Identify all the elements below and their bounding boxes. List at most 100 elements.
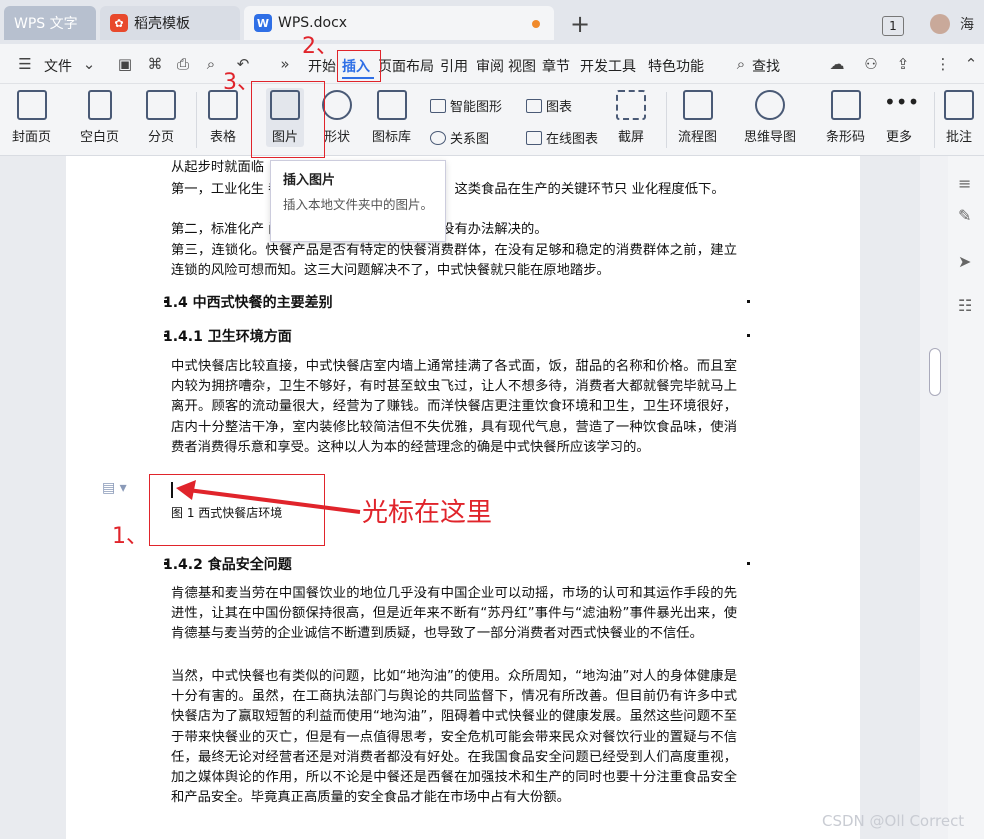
chevron-down-icon[interactable]: ⌄ — [80, 55, 98, 73]
search-icon[interactable]: ⌕ — [732, 55, 750, 73]
right-sidebar: ≡ ✎ ➤ ☷ — [948, 156, 984, 839]
relation-diagram-button[interactable]: 关系图 — [430, 128, 489, 147]
daoke-icon: ✿ — [110, 14, 128, 32]
hamburger-menu-icon[interactable]: ☰ — [16, 55, 34, 73]
shape-button[interactable]: 形状 — [322, 90, 352, 145]
paragraph-handle-icon[interactable]: ▤ ▾ — [102, 480, 127, 496]
heading-1-4[interactable]: 1.4 中西式快餐的主要差别 — [163, 292, 333, 312]
tab-wps-writer[interactable]: WPS 文字 — [4, 6, 96, 40]
print-icon[interactable]: ⎙ — [174, 55, 192, 73]
blank-page-button[interactable]: 空白页 — [80, 90, 119, 145]
page-break-button[interactable]: 分页 — [146, 90, 176, 145]
menu-file[interactable]: 文件 — [44, 56, 72, 76]
paragraph-4[interactable]: 中式快餐店比较直接，中式快餐店室内墙上通常挂满了各式面，饭，甜品的名称和价格。而… — [171, 357, 737, 458]
heading-marker — [747, 300, 750, 303]
annotation-number-1: 1、 — [112, 524, 148, 549]
icon-library-button[interactable]: 图标库 — [372, 90, 411, 145]
mindmap-label: 思维导图 — [744, 130, 797, 145]
watermark: CSDN @Oll Correct — [822, 812, 965, 830]
heading-1-4-2[interactable]: 1.4.2 食品安全问题 — [163, 554, 292, 574]
collapse-ribbon-icon[interactable]: ⌃ — [962, 55, 980, 73]
sidebar-menu-icon[interactable]: ≡ — [958, 174, 971, 193]
blank-page-icon — [87, 90, 112, 120]
new-tab-plus-icon[interactable]: + — [570, 10, 590, 38]
mindmap-icon — [755, 90, 785, 120]
heading-marker — [747, 334, 750, 337]
settings-sliders-icon[interactable]: ☷ — [958, 296, 972, 315]
more-button[interactable]: ••• 更多 — [884, 90, 920, 145]
avatar[interactable] — [930, 14, 950, 34]
tab-daoke-templates[interactable]: ✿ 稻壳模板 — [100, 6, 240, 40]
barcode-label: 条形码 — [826, 130, 866, 145]
smartart-icon — [430, 98, 446, 113]
annotation-number-2: 2、 — [302, 34, 338, 59]
ribbon-separator — [196, 92, 197, 148]
tab-label: 稻壳模板 — [134, 16, 190, 32]
paragraph-1[interactable]: 第一，工业化生 都是从传统食品中筛选出来的，这类食品在生产的关键环节只 业化程度… — [171, 180, 737, 200]
pen-icon[interactable]: ✎ — [958, 206, 971, 225]
table-button[interactable]: 表格 — [208, 90, 238, 145]
scrollbar-thumb[interactable] — [929, 348, 941, 396]
smartart-label: 智能图形 — [450, 100, 503, 115]
menu-view[interactable]: 视图 — [508, 56, 536, 76]
chart-button[interactable]: 图表 — [526, 96, 572, 115]
annotation-cursor-text: 光标在这里 — [362, 498, 493, 528]
menu-special[interactable]: 特色功能 — [648, 56, 704, 76]
menu-page-layout[interactable]: 页面布局 — [378, 56, 434, 76]
flowchart-label: 流程图 — [678, 130, 718, 145]
collaborate-icon[interactable]: ⚇ — [862, 55, 880, 73]
vertical-scrollbar[interactable] — [920, 156, 948, 839]
cover-page-button[interactable]: 封面页 — [12, 90, 51, 145]
relation-diagram-icon — [430, 130, 446, 145]
icon-library-icon — [376, 90, 407, 120]
menu-references[interactable]: 引用 — [440, 56, 468, 76]
page-break-icon — [146, 90, 176, 120]
more-chevron-icon[interactable]: » — [276, 55, 294, 73]
format-painter-icon[interactable]: ⌘ — [146, 55, 164, 73]
comment-icon — [944, 90, 974, 120]
paragraph-0[interactable]: 从起步时就面临 — [171, 158, 737, 178]
cloud-icon[interactable]: ☁ — [828, 55, 846, 73]
menu-review[interactable]: 审阅 — [476, 56, 504, 76]
pointer-icon[interactable]: ➤ — [958, 252, 971, 271]
tooltip-description: 插入本地文件夹中的图片。 — [283, 197, 434, 212]
icon-library-label: 图标库 — [372, 130, 412, 145]
tab-label: WPS 文字 — [14, 16, 78, 32]
mindmap-button[interactable]: 思维导图 — [744, 90, 796, 145]
tab-document[interactable]: W WPS.docx — [244, 6, 554, 40]
paragraph-2[interactable]: 第二，标准化产 问题解决不了，标准化问题是没有办法解决的。 — [171, 220, 737, 240]
print-preview-icon[interactable]: ⌕ — [202, 55, 220, 73]
more-vertical-icon[interactable]: ⋮ — [934, 55, 952, 73]
barcode-icon — [830, 90, 861, 120]
menu-chapter[interactable]: 章节 — [542, 56, 570, 76]
paragraph-6[interactable]: 当然，中式快餐也有类似的问题，比如“地沟油”的使用。众所周知，“地沟油”对人的身… — [171, 667, 737, 808]
screenshot-icon — [616, 90, 646, 120]
online-chart-button[interactable]: 在线图表 — [526, 128, 598, 147]
ribbon-separator — [934, 92, 935, 148]
menu-developer[interactable]: 开发工具 — [580, 56, 636, 76]
save-icon[interactable]: ▣ — [116, 55, 134, 73]
share-icon[interactable]: ⇪ — [894, 55, 912, 73]
page-break-label: 分页 — [147, 130, 174, 145]
menu-search[interactable]: 查找 — [752, 56, 780, 76]
word-doc-icon: W — [254, 14, 272, 32]
paragraph-5[interactable]: 肯德基和麦当劳在中国餐饮业的地位几乎没有中国企业可以动摇，市场的认可和其运作手段… — [171, 584, 737, 645]
paragraph-3[interactable]: 第三，连锁化。快餐产品是否有特定的快餐消费群体，在没有足够和稳定的消费群体之前，… — [171, 241, 737, 281]
ribbon-insert: 封面页 空白页 分页 表格 图片 形状 图标库 智能图形 图表 关系图 在线图表 — [0, 84, 984, 156]
online-chart-label: 在线图表 — [546, 132, 599, 147]
barcode-button[interactable]: 条形码 — [826, 90, 865, 145]
screenshot-button[interactable]: 截屏 — [616, 90, 646, 145]
title-bar: WPS 文字 ✿ 稻壳模板 W WPS.docx + 1 海 — [0, 0, 984, 44]
smartart-button[interactable]: 智能图形 — [430, 96, 502, 115]
online-chart-icon — [526, 130, 542, 145]
heading-1-4-1[interactable]: 1.4.1 卫生环境方面 — [163, 326, 292, 346]
flowchart-button[interactable]: 流程图 — [678, 90, 717, 145]
chart-icon — [526, 98, 542, 113]
user-name[interactable]: 海 — [960, 14, 974, 34]
insert-picture-tooltip: 插入图片 插入本地文件夹中的图片。 — [270, 160, 446, 242]
cover-page-icon — [16, 90, 47, 120]
comment-button[interactable]: 批注 — [944, 90, 974, 145]
more-dots-icon: ••• — [884, 90, 920, 114]
window-count-badge[interactable]: 1 — [882, 16, 904, 36]
annotation-box-picture — [251, 81, 325, 158]
